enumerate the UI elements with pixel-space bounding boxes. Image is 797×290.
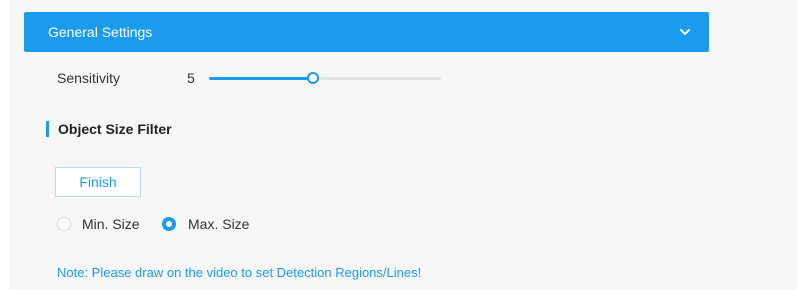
slider-fill bbox=[209, 77, 313, 80]
general-settings-title: General Settings bbox=[48, 24, 153, 40]
sensitivity-value: 5 bbox=[187, 70, 195, 86]
sensitivity-label: Sensitivity bbox=[57, 70, 121, 86]
general-settings-header[interactable]: General Settings bbox=[24, 12, 709, 52]
chevron-down-icon[interactable] bbox=[679, 26, 691, 38]
min-size-label[interactable]: Min. Size bbox=[82, 215, 140, 233]
max-size-label[interactable]: Max. Size bbox=[188, 215, 249, 233]
section-accent-bar bbox=[46, 121, 49, 137]
sensitivity-slider[interactable] bbox=[209, 72, 441, 84]
max-size-radio[interactable] bbox=[162, 217, 176, 231]
drawing-note: Note: Please draw on the video to set De… bbox=[57, 265, 422, 280]
finish-button[interactable]: Finish bbox=[55, 167, 141, 197]
slider-thumb[interactable] bbox=[307, 72, 319, 84]
min-size-radio[interactable] bbox=[57, 217, 71, 231]
object-size-filter-title: Object Size Filter bbox=[58, 121, 172, 137]
